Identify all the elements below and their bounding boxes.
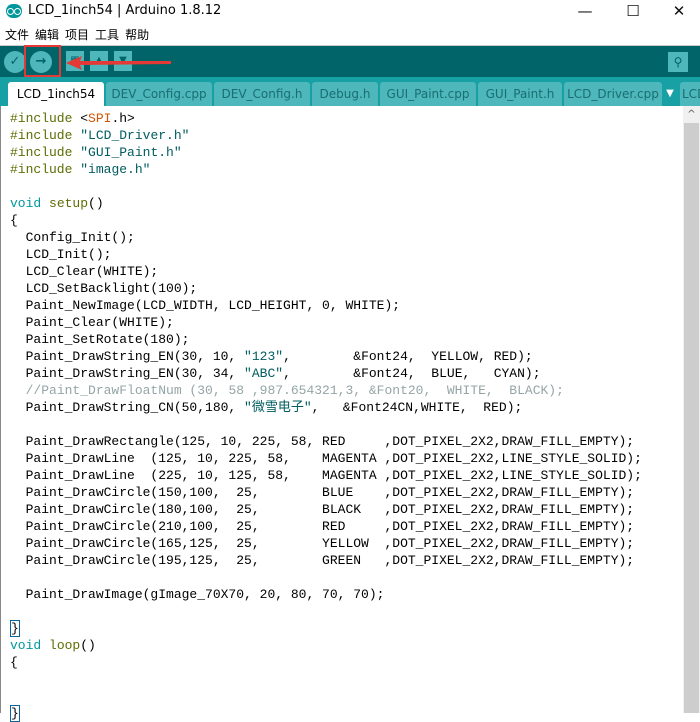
code-line: Paint_DrawCircle(150,100, 25, BLUE ,DOT_…: [10, 485, 635, 500]
code-line: #include <SPI.h>: [10, 111, 135, 126]
tab-lcd-1inch54[interactable]: LCD_1inch54: [8, 82, 104, 106]
menu-bar: 文件 编辑 项目 工具 帮助: [0, 24, 700, 44]
code-line: void loop(): [10, 638, 96, 653]
code-line: #include "image.h": [10, 162, 151, 177]
tab-menu-dropdown-icon[interactable]: ▼: [662, 82, 678, 106]
tab-lcd[interactable]: LCD: [680, 82, 700, 106]
code-line: Config_Init();: [10, 230, 135, 245]
code-line: }: [10, 705, 20, 722]
code-line: Paint_Clear(WHITE);: [10, 315, 174, 330]
code-line: }: [10, 620, 20, 637]
tab-debug-h[interactable]: Debug.h: [312, 82, 378, 106]
code-line: Paint_DrawCircle(210,100, 25, RED ,DOT_P…: [10, 519, 635, 534]
title-bar: LCD_1inch54 | Arduino 1.8.12 — ☐ ✕: [0, 0, 700, 23]
serial-monitor-button[interactable]: ⚲: [668, 52, 688, 72]
code-line: void setup(): [10, 196, 104, 211]
menu-tools[interactable]: 工具: [90, 24, 119, 43]
code-editor[interactable]: #include <SPI.h> #include "LCD_Driver.h" #…: [0, 106, 683, 722]
scroll-up-icon[interactable]: ^: [683, 106, 700, 123]
window-title: LCD_1inch54 | Arduino 1.8.12: [28, 3, 222, 18]
code-line: Paint_NewImage(LCD_WIDTH, LCD_HEIGHT, 0,…: [10, 298, 401, 313]
upload-highlight-annotation: [24, 45, 61, 77]
code-line: Paint_DrawCircle(180,100, 25, BLACK ,DOT…: [10, 502, 635, 517]
code-line: Paint_DrawImage(gImage_70X70, 20, 80, 70…: [10, 587, 385, 602]
code-line: Paint_DrawRectangle(125, 10, 225, 58, RE…: [10, 434, 635, 449]
vertical-scrollbar[interactable]: ^: [683, 106, 700, 713]
tab-bar: LCD_1inch54 DEV_Config.cpp DEV_Config.h …: [0, 77, 700, 106]
code-line: #include "LCD_Driver.h": [10, 128, 190, 143]
code-line: LCD_SetBacklight(100);: [10, 281, 198, 296]
menu-edit[interactable]: 编辑: [30, 24, 59, 43]
code-line: {: [10, 655, 18, 670]
minimize-button[interactable]: —: [562, 0, 608, 23]
menu-file[interactable]: 文件: [0, 24, 29, 43]
code-line: Paint_DrawLine (125, 10, 225, 58, MAGENT…: [10, 451, 642, 466]
code-line: Paint_DrawString_EN(30, 34, "ABC", &Font…: [10, 366, 541, 381]
code-line: Paint_DrawLine (225, 10, 125, 58, MAGENT…: [10, 468, 642, 483]
code-line: Paint_DrawCircle(195,125, 25, GREEN ,DOT…: [10, 553, 635, 568]
code-line: Paint_DrawString_EN(30, 10, "123", &Font…: [10, 349, 533, 364]
code-line: LCD_Clear(WHITE);: [10, 264, 159, 279]
code-area[interactable]: #include <SPI.h> #include "LCD_Driver.h" #…: [10, 110, 642, 722]
code-line: #include "GUI_Paint.h": [10, 145, 182, 160]
code-line: LCD_Init();: [10, 247, 112, 262]
tab-lcd-driver-cpp[interactable]: LCD_Driver.cpp: [564, 82, 662, 106]
tab-dev-config-cpp[interactable]: DEV_Config.cpp: [106, 82, 212, 106]
tab-gui-paint-h[interactable]: GUI_Paint.h: [478, 82, 562, 106]
arduino-logo-icon: [6, 4, 22, 18]
tab-dev-config-h[interactable]: DEV_Config.h: [214, 82, 310, 106]
menu-help[interactable]: 帮助: [120, 24, 149, 43]
annotation-arrow-icon: [66, 56, 171, 70]
tab-gui-paint-cpp[interactable]: GUI_Paint.cpp: [380, 82, 476, 106]
code-line: Paint_DrawCircle(165,125, 25, YELLOW ,DO…: [10, 536, 635, 551]
verify-button[interactable]: ✓: [4, 51, 26, 73]
code-line: //Paint_DrawFloatNum (30, 58 ,987.654321…: [25, 383, 564, 398]
scroll-thumb[interactable]: [684, 123, 699, 713]
code-line: {: [10, 213, 18, 228]
menu-sketch[interactable]: 项目: [60, 24, 89, 43]
close-button[interactable]: ✕: [656, 0, 700, 23]
code-line: Paint_DrawString_CN(50,180, "微雪电子", &Fon…: [10, 400, 523, 415]
code-line: Paint_SetRotate(180);: [10, 332, 190, 347]
maximize-button[interactable]: ☐: [610, 0, 656, 23]
